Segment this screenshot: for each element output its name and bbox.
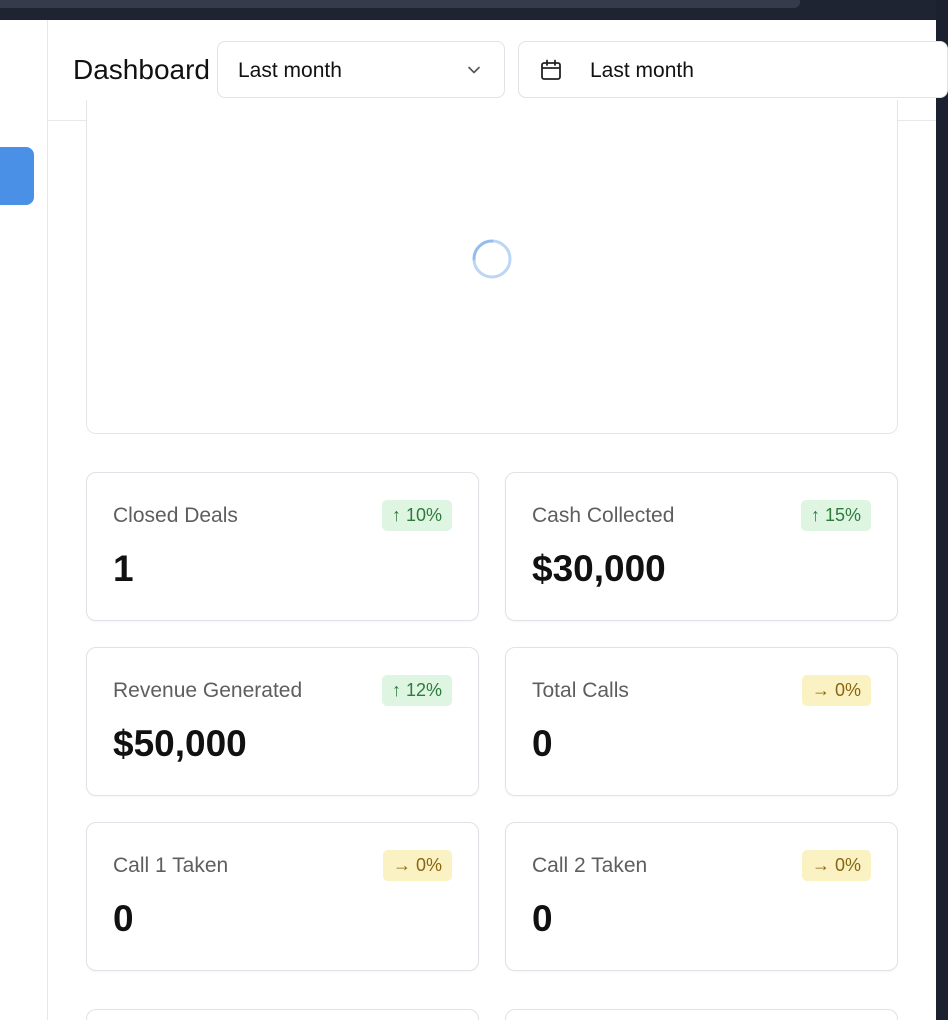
date-range-picker[interactable]: Last month <box>518 41 948 98</box>
stat-value: $50,000 <box>113 723 247 764</box>
trend-value: 0% <box>834 680 861 700</box>
trend-badge: ↑ 12% <box>381 675 452 706</box>
stat-card-partial <box>86 1009 479 1020</box>
date-range-value: Last month <box>590 59 694 82</box>
sidebar <box>0 20 48 1020</box>
stat-card-partial <box>505 1009 898 1020</box>
stat-value: 0 <box>532 898 553 939</box>
stat-value: 0 <box>532 723 553 764</box>
period-select-value: Last month <box>238 59 342 82</box>
arrow-right-icon: → <box>811 680 830 700</box>
arrow-right-icon: → <box>811 855 830 875</box>
trend-value: 0% <box>415 855 442 875</box>
trend-value: 0% <box>834 855 861 875</box>
trend-value: 15% <box>824 505 861 525</box>
stat-card-call-1-taken: Call 1 Taken → 0% 0 <box>86 822 479 971</box>
stat-value: 1 <box>113 548 134 589</box>
calendar-icon <box>541 59 561 80</box>
stat-label: Total Calls <box>532 679 629 702</box>
arrow-up-icon: ↑ <box>391 680 401 700</box>
address-bar[interactable] <box>0 0 800 8</box>
arrow-up-icon: ↑ <box>391 505 401 525</box>
stat-label: Call 2 Taken <box>532 854 648 877</box>
stat-card-revenue-generated: Revenue Generated ↑ 12% $50,000 <box>86 647 479 796</box>
chevron-down-icon <box>468 66 480 74</box>
stat-label: Closed Deals <box>113 504 238 527</box>
stat-card-call-2-taken: Call 2 Taken → 0% 0 <box>505 822 898 971</box>
stat-card-cash-collected: Cash Collected ↑ 15% $30,000 <box>505 472 898 621</box>
arrow-right-icon: → <box>392 855 411 875</box>
trend-badge: ↑ 15% <box>800 500 871 531</box>
page-title: Dashboard <box>73 54 210 85</box>
trend-value: 12% <box>405 680 442 700</box>
stat-label: Revenue Generated <box>113 679 303 702</box>
stat-card-total-calls: Total Calls → 0% 0 <box>505 647 898 796</box>
stat-value: $30,000 <box>532 548 666 589</box>
stat-value: 0 <box>113 898 134 939</box>
trend-badge: ↑ 10% <box>381 500 452 531</box>
period-select[interactable]: Last month <box>217 41 505 98</box>
stat-label: Cash Collected <box>532 504 675 527</box>
trend-badge: → 0% <box>382 850 452 881</box>
spinner-icon <box>472 239 512 279</box>
trend-badge: → 0% <box>801 850 871 881</box>
stat-card-closed-deals: Closed Deals ↑ 10% 1 <box>86 472 479 621</box>
chart-panel <box>86 100 898 434</box>
trend-badge: → 0% <box>801 675 871 706</box>
window-top-bar <box>0 0 948 20</box>
sidebar-item-active[interactable] <box>0 147 34 205</box>
stat-label: Call 1 Taken <box>113 854 229 877</box>
arrow-up-icon: ↑ <box>810 505 820 525</box>
trend-value: 10% <box>405 505 442 525</box>
window-edge <box>936 0 948 1020</box>
